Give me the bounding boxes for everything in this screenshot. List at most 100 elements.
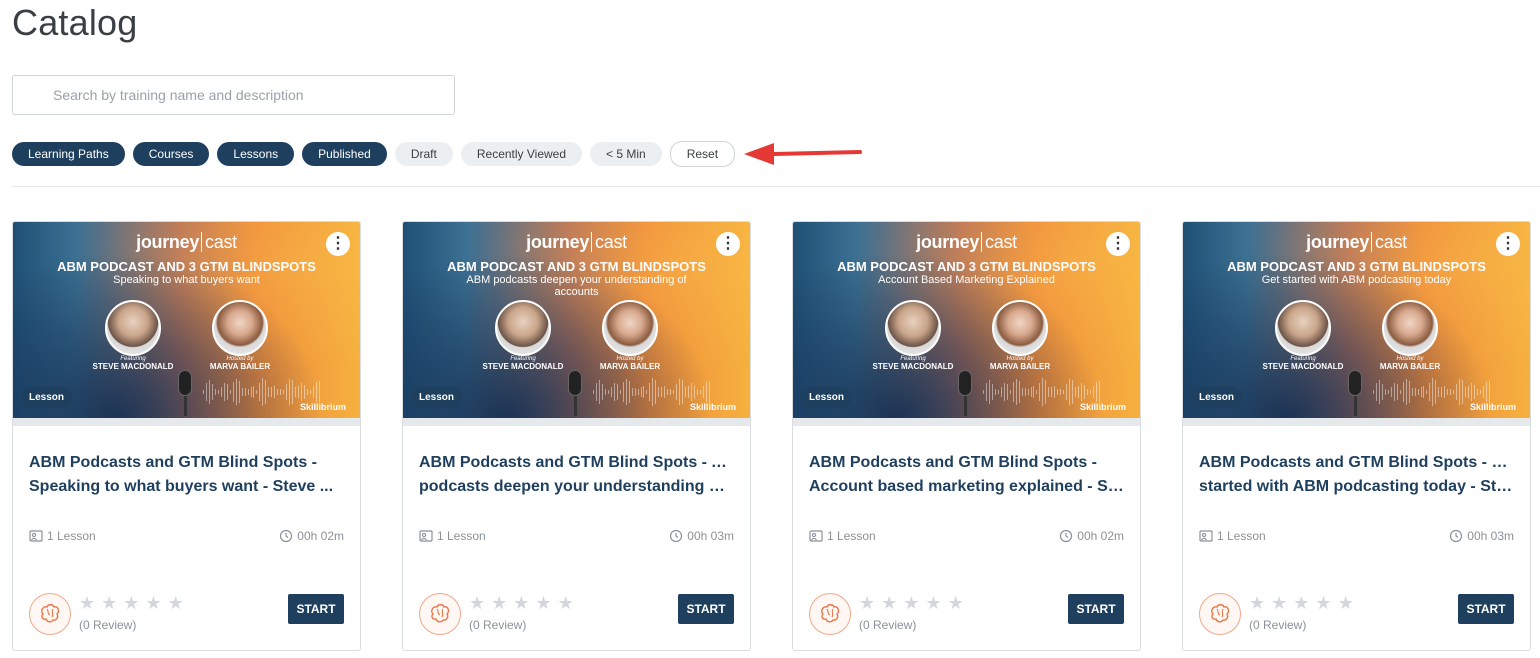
type-badge: Lesson bbox=[411, 387, 463, 408]
wave-bar bbox=[1476, 388, 1478, 396]
type-badge: Lesson bbox=[801, 387, 853, 408]
wave-bar bbox=[303, 384, 305, 400]
filter-chip-recently-viewed[interactable]: Recently Viewed bbox=[460, 142, 583, 166]
review-count: (0 Review) bbox=[859, 618, 917, 632]
wave-bar bbox=[1024, 388, 1026, 396]
card-title-line: Speaking to what buyers want - Steve ... bbox=[29, 478, 334, 495]
wave-bar bbox=[283, 389, 285, 395]
card-title[interactable]: ABM Podcasts and GTM Blind Spots - Speak… bbox=[29, 451, 344, 499]
wave-bar bbox=[277, 388, 279, 396]
wave-bar bbox=[1447, 388, 1449, 396]
wave-bar bbox=[634, 388, 636, 396]
card-title-line: podcasts deepen your understanding of ..… bbox=[419, 478, 734, 495]
wave-bar bbox=[1033, 386, 1035, 398]
course-card[interactable]: journey cast ABM PODCAST AND 3 GTM BLINDS… bbox=[402, 221, 751, 651]
skillibrium-logo: Skillibrium bbox=[689, 402, 736, 412]
filter-chip-published[interactable]: Published bbox=[302, 142, 387, 166]
wave-bar bbox=[1072, 380, 1074, 404]
filter-chip-learning-paths[interactable]: Learning Paths bbox=[12, 142, 125, 166]
guest-caption: Featuring STEVE MACDONALD bbox=[92, 356, 174, 371]
host-caption: Hosted by MARVA BAILER bbox=[209, 356, 271, 371]
filter-chip-under-5-min[interactable]: < 5 Min bbox=[590, 142, 662, 166]
wave-bar bbox=[1015, 378, 1017, 406]
wave-bar bbox=[696, 388, 698, 396]
wave-bar bbox=[265, 380, 267, 404]
clock-icon bbox=[1060, 529, 1073, 543]
banner-title: ABM PODCAST AND 3 GTM BLINDSPOTS bbox=[447, 259, 706, 274]
course-card[interactable]: journey cast ABM PODCAST AND 3 GTM BLINDS… bbox=[1182, 221, 1531, 651]
wave-bar bbox=[610, 387, 612, 397]
card-title[interactable]: ABM Podcasts and GTM Blind Spots - ABM p… bbox=[419, 451, 734, 499]
start-button[interactable]: START bbox=[1458, 594, 1514, 624]
wave-bar bbox=[1054, 385, 1056, 399]
wave-bar bbox=[1069, 379, 1071, 405]
wave-bar bbox=[271, 386, 273, 398]
start-button[interactable]: START bbox=[1068, 594, 1124, 624]
wave-bar bbox=[1375, 382, 1377, 402]
card-thumbnail[interactable]: journey cast ABM PODCAST AND 3 GTM BLINDS… bbox=[1183, 222, 1530, 418]
wave-bar bbox=[983, 390, 984, 394]
card-thumbnail[interactable]: journey cast ABM PODCAST AND 3 GTM BLINDS… bbox=[793, 222, 1140, 418]
more-options-icon[interactable]: ⋮ bbox=[716, 232, 740, 256]
wave-bar bbox=[280, 388, 282, 396]
wave-bar bbox=[682, 380, 684, 404]
card-title[interactable]: ABM Podcasts and GTM Blind Spots - Accou… bbox=[809, 451, 1124, 499]
card-title-line: Account based marketing explained - Stev… bbox=[809, 478, 1124, 495]
reset-button[interactable]: Reset bbox=[669, 141, 736, 167]
star-icon: ★ bbox=[145, 593, 162, 613]
filter-chip-courses[interactable]: Courses bbox=[132, 142, 210, 166]
card-thumbnail[interactable]: journey cast ABM PODCAST AND 3 GTM BLINDS… bbox=[13, 222, 360, 418]
wave-bar bbox=[679, 379, 681, 405]
wave-bar bbox=[1000, 387, 1002, 397]
rating-stars: ★ ★ ★ ★ ★ bbox=[859, 594, 964, 612]
duration: 00h 02m bbox=[1077, 529, 1124, 543]
card-thumbnail[interactable]: journey cast ABM PODCAST AND 3 GTM BLINDS… bbox=[403, 222, 750, 418]
more-options-icon[interactable]: ⋮ bbox=[326, 232, 350, 256]
card-title-line: ABM Podcasts and GTM Blind Spots - Get bbox=[1199, 454, 1514, 471]
guest-caption: Featuring STEVE MACDONALD bbox=[1262, 356, 1344, 371]
banner-subtitle: Account Based Marketing Explained bbox=[878, 274, 1055, 286]
lesson-icon bbox=[1199, 530, 1213, 542]
wave-bar bbox=[235, 378, 237, 406]
start-button[interactable]: START bbox=[678, 594, 734, 624]
more-options-icon[interactable]: ⋮ bbox=[1496, 232, 1520, 256]
filter-chips: Learning Paths Courses Lessons Published… bbox=[12, 141, 736, 167]
search-input[interactable] bbox=[13, 76, 454, 114]
wave-bar bbox=[997, 389, 999, 395]
wave-bar bbox=[1429, 382, 1431, 402]
wave-bar bbox=[1051, 386, 1053, 398]
wave-bar bbox=[241, 387, 243, 397]
wave-bar bbox=[253, 386, 255, 398]
wave-bar bbox=[259, 382, 261, 402]
filter-chip-lessons[interactable]: Lessons bbox=[217, 142, 295, 166]
course-card[interactable]: journey cast ABM PODCAST AND 3 GTM BLINDS… bbox=[792, 221, 1141, 651]
star-icon: ★ bbox=[513, 593, 530, 613]
wave-bar bbox=[306, 388, 308, 396]
wave-bar bbox=[1426, 389, 1428, 395]
wave-bar bbox=[994, 388, 996, 396]
search-box[interactable] bbox=[12, 75, 455, 115]
wave-bar bbox=[1387, 389, 1389, 395]
lesson-count: 1 Lesson bbox=[827, 529, 876, 543]
wave-bar bbox=[652, 378, 654, 406]
filter-chip-draft[interactable]: Draft bbox=[394, 142, 453, 166]
skillibrium-logo: Skillibrium bbox=[1079, 402, 1126, 412]
start-button[interactable]: START bbox=[288, 594, 344, 624]
course-card[interactable]: journey cast ABM PODCAST AND 3 GTM BLINDS… bbox=[12, 221, 361, 651]
wave-bar bbox=[229, 389, 231, 395]
star-icon: ★ bbox=[535, 593, 552, 613]
duration: 00h 03m bbox=[687, 529, 734, 543]
wave-bar bbox=[309, 389, 311, 395]
lesson-icon bbox=[809, 530, 823, 542]
wave-bar bbox=[312, 386, 314, 398]
lesson-count: 1 Lesson bbox=[437, 529, 486, 543]
card-meta: 1 Lesson 00h 03m bbox=[419, 529, 734, 543]
review-count: (0 Review) bbox=[469, 618, 527, 632]
wave-bar bbox=[1063, 389, 1065, 395]
more-options-icon[interactable]: ⋮ bbox=[1106, 232, 1130, 256]
wave-bar bbox=[643, 386, 645, 398]
banner-brand: journey cast bbox=[1306, 232, 1407, 252]
card-title[interactable]: ABM Podcasts and GTM Blind Spots - Get s… bbox=[1199, 451, 1514, 499]
wave-bar bbox=[593, 390, 594, 394]
card-meta: 1 Lesson 00h 03m bbox=[1199, 529, 1514, 543]
